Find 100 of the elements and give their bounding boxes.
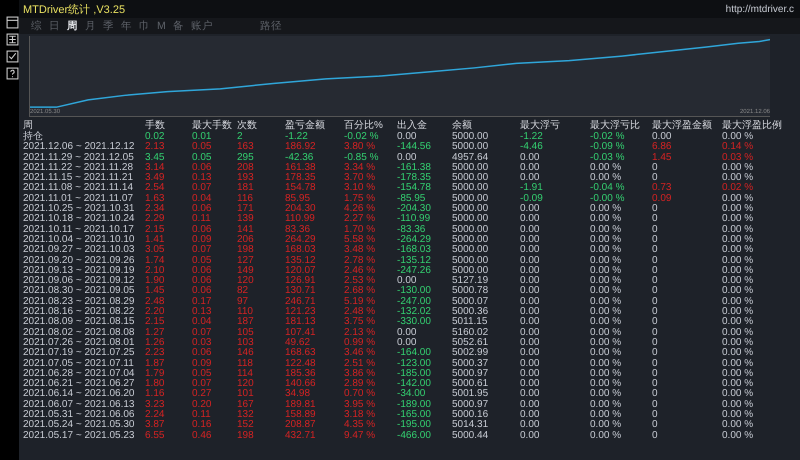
table-cell-text: 0 [652,266,659,276]
table-cell-text: 2.48 [145,296,166,307]
table-cell-text: 0.00 % [590,410,622,420]
period-tab[interactable]: 季 [103,19,114,33]
period-tab[interactable]: 综 [31,19,42,33]
table-cell-text: 0.13 [192,173,212,184]
period-cell-text: 2021.12.06 ~ 2021.12.12 [23,142,136,153]
period-tab[interactable]: M [157,20,166,32]
table-cell-text: 0 [652,328,659,338]
table-cell-text: 0.00 [520,296,540,307]
period-tab[interactable]: 年 [121,19,132,33]
table-cell-text: 0.16 [192,420,212,431]
table-cell-text: 3.10 % [344,183,376,194]
table-cell-text: -154.78 [397,183,432,194]
table-cell-text: 178.35 [285,173,317,184]
table-cell-text: 0.00 % [590,389,622,400]
period-cell-text: 2021.11.22 ~ 2021.11.28 [23,162,134,173]
table-cell-text: 5014.31 [452,420,490,431]
period-tab[interactable]: 账户 [190,19,213,33]
table-cell-text: 0 [652,358,659,369]
table-cell-text: 0.06 [192,276,212,286]
table-cell-text: 168.03 [285,245,317,256]
table-cell-text: 3.46 % [344,348,376,359]
period-tab[interactable]: 备 [172,19,184,33]
table-cell-text: 1.26 [145,338,166,348]
table-cell-text: 187 [237,317,255,328]
table-cell-text: -0.02 % [590,132,626,142]
table-cell-text: 0 [652,162,659,173]
period-tab[interactable]: 日 [49,19,60,33]
table-cell-text: 49.62 [285,338,312,348]
period-cell-text: 2021.10.25 ~ 2021.10.31 [23,204,136,214]
table-cell-text: 0.00 % [590,234,622,245]
table-cell-text: 0 [652,368,659,379]
table-cell-text: 1.16 [145,389,166,400]
table-cell-text: 0.09 [192,358,212,369]
table-cell-text: 5002.99 [452,348,490,359]
table-cell-text: 85.95 [285,194,312,204]
table-cell-text: 0.00 % [590,224,622,235]
table-cell-text: -247.26 [397,266,432,276]
period-cell-text: 2021.06.28 ~ 2021.07.04 [23,368,136,379]
check-icon[interactable] [6,50,19,63]
table-cell-text: 204.30 [285,204,317,214]
table-cell-text: 0.09 [192,234,212,245]
table-cell-text: 114 [237,368,254,379]
table-cell-text: 0.00 % [722,132,754,142]
table-cell-text: 0.07 [192,379,212,390]
table-cell-text: 6.55 [145,430,166,441]
period-tab[interactable]: 巾 [139,19,150,33]
period-cell-text: 2021.08.09 ~ 2021.08.15 [23,317,136,328]
table-cell-text: 5160.02 [452,328,490,338]
table-cell-text: 0.07 [192,183,212,194]
table-cell-text: 0.00 [520,328,540,338]
table-cell-text: 264.29 [285,234,317,245]
table-cell-text: 5000.97 [452,368,490,379]
period-cell-text: 2021.06.21 ~ 2021.06.27 [23,379,136,390]
table-cell-text: 0.00 [520,389,540,400]
table-cell-text: 0.03 [192,338,212,348]
table-cell-text: 0.00 [397,328,418,338]
table-cell-text: 0.06 [192,224,212,235]
table-cell-text: 0.00 % [590,256,622,266]
table-cell-text: 0 [652,420,659,431]
table-cell-text: 0.00 % [590,296,622,307]
table-cell-text: 0.00 [520,348,540,359]
table-cell-text: 0.00 % [722,389,754,400]
table-cell-text: -161.38 [397,162,432,173]
period-tab[interactable]: 路径 [260,19,282,33]
help-icon[interactable] [6,67,19,80]
window-icon[interactable] [6,16,19,29]
table-cell-text: 0.00 % [722,368,754,379]
table-cell-text: 0.00 [652,132,672,142]
table-cell-text: 0 [652,296,659,307]
table-cell-text: 5000.00 [452,245,490,256]
table-cell-text: 9.47 % [344,430,376,441]
table-cell-text: 3.75 % [344,317,376,328]
table-cell-text: 0.00 % [722,214,754,225]
table-cell-text: 0.06 [192,286,212,297]
table-cell-text: 5.58 % [344,234,376,245]
table-cell-text: 5000.00 [452,256,490,266]
table-cell-text: 135.12 [285,256,317,266]
table-cell-text: 432.71 [285,430,317,441]
period-cell-text: 2021.09.06 ~ 2021.09.12 [23,276,136,286]
table-cell-text: -247.00 [397,296,432,307]
table-cell-text: 0.00 % [722,420,754,431]
table-cell-text: 0.04 [192,194,212,204]
table-cell-text: 132 [237,410,255,420]
period-tab[interactable]: 月 [85,19,96,33]
table-cell-text: 5001.95 [452,389,490,400]
table-cell-text: 2 [237,132,244,142]
table-cell-text: -83.36 [397,224,426,235]
table-cell-text: 3.95 % [344,400,376,410]
table-cell-text: 0.00 % [722,204,754,214]
period-tab[interactable]: 周 [67,19,78,33]
grid-icon[interactable] [6,33,19,46]
table-cell-text: 193 [237,173,255,184]
table-cell-text: 1.74 [145,256,166,266]
table-cell-text: 0.00 [520,152,540,163]
table-cell-text: 0.00 % [590,368,622,379]
table-cell-text: 0.00 % [590,328,622,338]
table-cell-text: 0 [652,173,658,184]
period-cell-text: 2021.10.11 ~ 2021.10.17 [23,224,135,235]
